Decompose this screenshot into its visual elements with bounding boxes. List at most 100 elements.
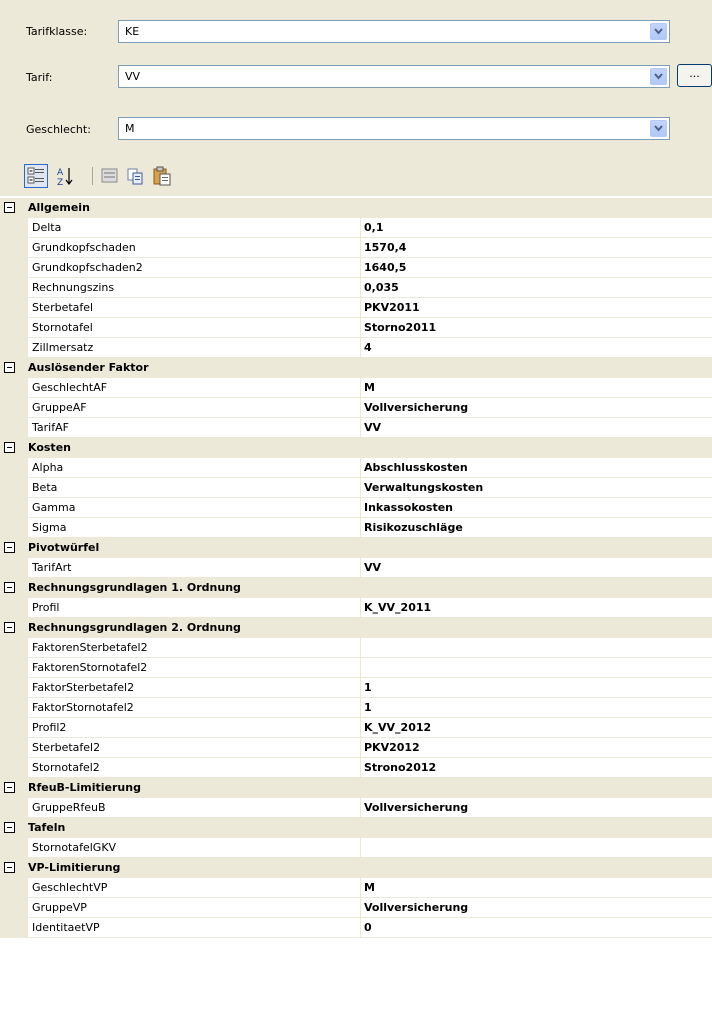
property-row[interactable]: StornotafelGKV	[0, 838, 712, 858]
property-row[interactable]: Alpha Abschlusskosten	[0, 458, 712, 478]
tarif-combobox[interactable]: VV	[118, 65, 670, 88]
property-value[interactable]: M	[361, 378, 712, 398]
collapse-icon[interactable]	[4, 582, 15, 593]
category-label: Allgemein	[28, 201, 90, 214]
row-gutter	[0, 498, 28, 518]
chevron-down-icon[interactable]	[650, 68, 667, 85]
category-row[interactable]: Allgemein	[0, 198, 712, 218]
tarif-browse-button[interactable]: ...	[677, 64, 712, 87]
property-value[interactable]: VV	[361, 418, 712, 438]
property-row[interactable]: Sigma Risikozuschläge	[0, 518, 712, 538]
paste-icon[interactable]	[150, 164, 174, 188]
property-name: Stornotafel2	[28, 758, 361, 778]
property-row[interactable]: FaktorSterbetafel2 1	[0, 678, 712, 698]
toolbar-separator	[92, 167, 93, 185]
chevron-down-icon[interactable]	[650, 23, 667, 40]
property-value[interactable]: 0	[361, 918, 712, 938]
property-name: Stornotafel	[28, 318, 361, 338]
property-row[interactable]: Stornotafel2 Strono2012	[0, 758, 712, 778]
category-row[interactable]: Rechnungsgrundlagen 1. Ordnung	[0, 578, 712, 598]
collapse-icon[interactable]	[4, 362, 15, 373]
category-row[interactable]: RfeuB-Limitierung	[0, 778, 712, 798]
property-value[interactable]: Vollversicherung	[361, 898, 712, 918]
chevron-down-icon[interactable]	[650, 120, 667, 137]
property-pages-icon[interactable]	[98, 164, 122, 188]
copy-icon[interactable]	[124, 164, 148, 188]
property-row[interactable]: TarifArt VV	[0, 558, 712, 578]
property-value[interactable]: K_VV_2011	[361, 598, 712, 618]
property-value[interactable]	[361, 638, 712, 658]
property-value[interactable]: 1570,4	[361, 238, 712, 258]
category-row[interactable]: VP-Limitierung	[0, 858, 712, 878]
property-row[interactable]: GeschlechtAF M	[0, 378, 712, 398]
property-row[interactable]: Grundkopfschaden2 1640,5	[0, 258, 712, 278]
property-row[interactable]: FaktorenSterbetafel2	[0, 638, 712, 658]
categorized-icon[interactable]	[24, 164, 48, 188]
property-row[interactable]: IdentitaetVP 0	[0, 918, 712, 938]
property-row[interactable]: GruppeRfeuB Vollversicherung	[0, 798, 712, 818]
property-value[interactable]: Inkassokosten	[361, 498, 712, 518]
property-row[interactable]: FaktorenStornotafel2	[0, 658, 712, 678]
property-row[interactable]: GruppeAF Vollversicherung	[0, 398, 712, 418]
property-value[interactable]: PKV2012	[361, 738, 712, 758]
category-row[interactable]: Rechnungsgrundlagen 2. Ordnung	[0, 618, 712, 638]
category-row[interactable]: Auslösender Faktor	[0, 358, 712, 378]
property-value[interactable]: 0,1	[361, 218, 712, 238]
property-value[interactable]: Vollversicherung	[361, 398, 712, 418]
property-row[interactable]: Stornotafel Storno2011	[0, 318, 712, 338]
property-value[interactable]: 1	[361, 698, 712, 718]
collapse-icon[interactable]	[4, 202, 15, 213]
row-gutter	[0, 318, 28, 338]
property-value[interactable]: 1	[361, 678, 712, 698]
collapse-icon[interactable]	[4, 542, 15, 553]
property-name: Delta	[28, 218, 361, 238]
collapse-icon[interactable]	[4, 822, 15, 833]
property-value[interactable]	[361, 658, 712, 678]
property-name: GeschlechtAF	[28, 378, 361, 398]
property-value[interactable]: Storno2011	[361, 318, 712, 338]
property-row[interactable]: Delta 0,1	[0, 218, 712, 238]
category-row[interactable]: Pivotwürfel	[0, 538, 712, 558]
property-value[interactable]: Verwaltungskosten	[361, 478, 712, 498]
property-value[interactable]: Abschlusskosten	[361, 458, 712, 478]
property-row[interactable]: GruppeVP Vollversicherung	[0, 898, 712, 918]
property-row[interactable]: Beta Verwaltungskosten	[0, 478, 712, 498]
property-name: GruppeRfeuB	[28, 798, 361, 818]
property-value[interactable]: PKV2011	[361, 298, 712, 318]
category-label: Tafeln	[28, 821, 66, 834]
alphabetical-sort-icon[interactable]: A Z	[54, 164, 78, 188]
property-row[interactable]: Grundkopfschaden 1570,4	[0, 238, 712, 258]
property-value[interactable]: Vollversicherung	[361, 798, 712, 818]
property-value[interactable]: VV	[361, 558, 712, 578]
collapse-icon[interactable]	[4, 862, 15, 873]
property-value[interactable]: K_VV_2012	[361, 718, 712, 738]
category-row[interactable]: Tafeln	[0, 818, 712, 838]
property-row[interactable]: Profil2 K_VV_2012	[0, 718, 712, 738]
property-row[interactable]: FaktorStornotafel2 1	[0, 698, 712, 718]
collapse-icon[interactable]	[4, 442, 15, 453]
property-name: Profil	[28, 598, 361, 618]
property-value[interactable]: Risikozuschläge	[361, 518, 712, 538]
property-row[interactable]: Sterbetafel PKV2011	[0, 298, 712, 318]
property-value[interactable]: 1640,5	[361, 258, 712, 278]
property-row[interactable]: GeschlechtVP M	[0, 878, 712, 898]
category-row[interactable]: Kosten	[0, 438, 712, 458]
property-row[interactable]: Sterbetafel2 PKV2012	[0, 738, 712, 758]
property-value[interactable]: 0,035	[361, 278, 712, 298]
property-value[interactable]: 4	[361, 338, 712, 358]
property-row[interactable]: Zillmersatz 4	[0, 338, 712, 358]
collapse-icon[interactable]	[4, 622, 15, 633]
property-row[interactable]: Gamma Inkassokosten	[0, 498, 712, 518]
property-value[interactable]	[361, 838, 712, 858]
property-row[interactable]: Rechnungszins 0,035	[0, 278, 712, 298]
property-name: FaktorenSterbetafel2	[28, 638, 361, 658]
property-row[interactable]: Profil K_VV_2011	[0, 598, 712, 618]
row-gutter	[0, 558, 28, 578]
property-value[interactable]: M	[361, 878, 712, 898]
property-name: StornotafelGKV	[28, 838, 361, 858]
tarifklasse-combobox[interactable]: KE	[118, 20, 670, 43]
geschlecht-combobox[interactable]: M	[118, 117, 670, 140]
property-value[interactable]: Strono2012	[361, 758, 712, 778]
property-row[interactable]: TarifAF VV	[0, 418, 712, 438]
collapse-icon[interactable]	[4, 782, 15, 793]
